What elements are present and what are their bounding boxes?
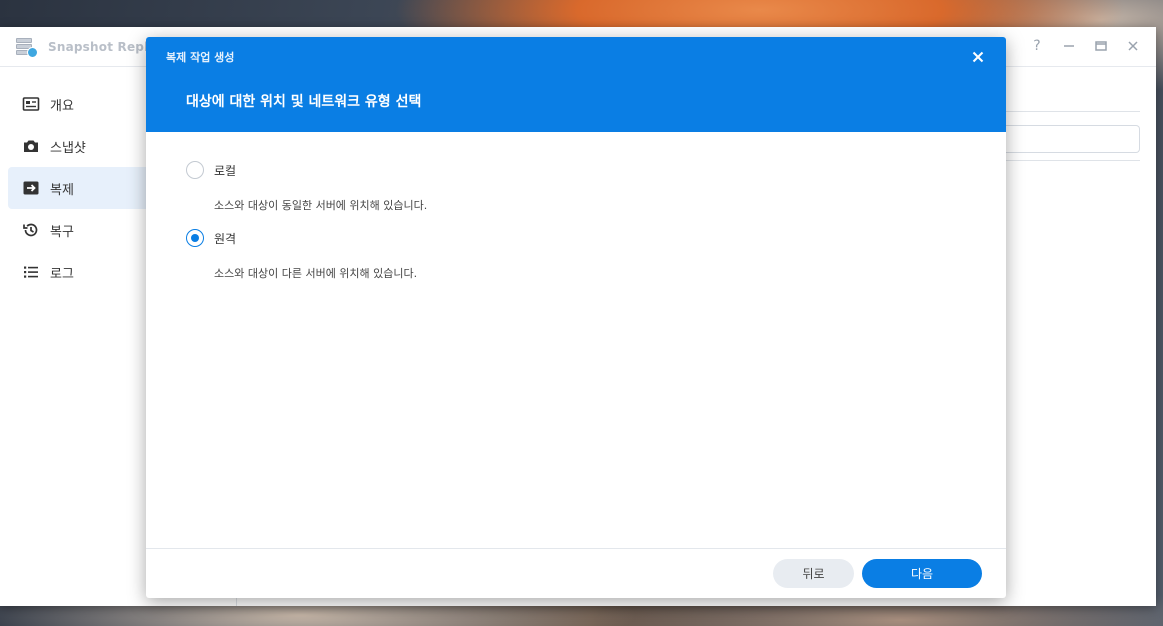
camera-icon [22, 137, 40, 155]
dialog-title: 복제 작업 생성 [166, 51, 235, 64]
close-icon[interactable] [968, 47, 988, 67]
overview-icon [22, 95, 40, 113]
maximize-icon[interactable] [1092, 37, 1110, 55]
divider [1000, 111, 1140, 112]
back-button[interactable]: 뒤로 [773, 559, 854, 588]
sidebar-item-label: 스냅샷 [50, 140, 86, 156]
snapshot-replication-icon [16, 36, 38, 58]
dialog-heading: 대상에 대한 위치 및 네트워크 유형 선택 [186, 94, 422, 110]
next-button[interactable]: 다음 [862, 559, 982, 588]
app-title: Snapshot Repl [48, 39, 149, 54]
sidebar-item-label: 로그 [50, 266, 74, 282]
window-controls: ? [1028, 37, 1142, 55]
sidebar-item-label: 개요 [50, 98, 74, 114]
radio-label: 로컬 [214, 163, 237, 178]
radio-button-remote[interactable] [186, 229, 204, 247]
list-icon [22, 263, 40, 281]
help-icon[interactable]: ? [1028, 37, 1046, 55]
minimize-icon[interactable] [1060, 37, 1078, 55]
close-icon[interactable] [1124, 37, 1142, 55]
history-icon [22, 221, 40, 239]
radio-label: 원격 [214, 231, 237, 246]
radio-option-remote[interactable]: 원격 [186, 229, 236, 247]
radio-description: 소스와 대상이 동일한 서버에 위치해 있습니다. [214, 199, 428, 212]
radio-option-local[interactable]: 로컬 [186, 161, 236, 179]
dialog-footer: 뒤로 다음 [146, 548, 1006, 598]
divider [1000, 160, 1140, 161]
search-input[interactable] [1000, 125, 1140, 153]
sidebar-item-label: 복제 [50, 182, 74, 198]
dialog-header: 복제 작업 생성 대상에 대한 위치 및 네트워크 유형 선택 [146, 37, 1006, 132]
replication-icon [22, 179, 40, 197]
create-replication-dialog: 복제 작업 생성 대상에 대한 위치 및 네트워크 유형 선택 로컬 소스와 대… [146, 37, 1006, 598]
dialog-body: 로컬 소스와 대상이 동일한 서버에 위치해 있습니다. 원격 소스와 대상이 … [146, 132, 1006, 548]
radio-description: 소스와 대상이 다른 서버에 위치해 있습니다. [214, 267, 418, 280]
radio-button-local[interactable] [186, 161, 204, 179]
sidebar-item-label: 복구 [50, 224, 74, 240]
